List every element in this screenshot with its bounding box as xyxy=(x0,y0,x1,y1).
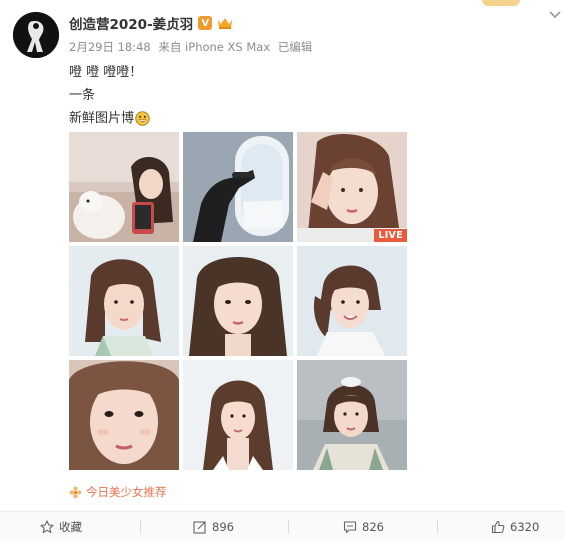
share-icon xyxy=(193,520,206,534)
photo-thumbnail-5[interactable] xyxy=(183,246,293,356)
photo-thumbnail-1[interactable] xyxy=(69,132,179,242)
thumbs-up-icon xyxy=(491,520,505,533)
favorite-button[interactable]: 收藏 xyxy=(40,512,82,541)
verified-badge-icon[interactable]: V xyxy=(198,16,213,30)
star-icon xyxy=(40,519,54,533)
text-line: 新鲜图片博 xyxy=(69,111,135,126)
post-source: 来自 iPhone XS Max xyxy=(158,40,271,54)
flower-icon xyxy=(69,486,82,498)
avatar[interactable] xyxy=(13,12,59,58)
topic-label[interactable]: 今日美少女推荐 xyxy=(86,484,167,500)
comment-count: 826 xyxy=(362,519,384,534)
photo-thumbnail-3[interactable]: LIVE xyxy=(297,132,407,242)
photo-thumbnail-6[interactable] xyxy=(297,246,407,356)
photo-thumbnail-4[interactable] xyxy=(69,246,179,356)
comment-button[interactable]: 826 xyxy=(343,512,384,541)
text-line: 一条 xyxy=(69,88,96,103)
header-accent xyxy=(482,0,520,6)
chevron-down-icon[interactable] xyxy=(548,8,562,22)
topic-link[interactable]: 今日美少女推荐 xyxy=(69,484,167,500)
edited-label[interactable]: 已编辑 xyxy=(278,40,313,54)
post-date[interactable]: 2月29日 18:48 xyxy=(69,40,151,54)
photo-thumbnail-9[interactable] xyxy=(297,360,407,470)
divider xyxy=(140,520,141,534)
comment-icon xyxy=(343,520,357,533)
post-text: 噔 噔 噔噔！ 一条 新鲜图片博 xyxy=(69,61,150,130)
live-badge: LIVE xyxy=(374,229,407,242)
divider xyxy=(437,520,438,534)
photo-thumbnail-7[interactable] xyxy=(69,360,179,470)
action-bar: 收藏 896 826 6320 xyxy=(0,511,565,541)
username-link[interactable]: 创造营2020-姜贞羽 xyxy=(69,13,193,33)
crown-icon[interactable] xyxy=(217,16,233,30)
photo-thumbnail-8[interactable] xyxy=(183,360,293,470)
photo-thumbnail-2[interactable] xyxy=(183,132,293,242)
like-count: 6320 xyxy=(510,519,540,534)
share-count: 896 xyxy=(212,519,234,534)
share-button[interactable]: 896 xyxy=(193,512,234,541)
weibo-post-card: 创造营2020-姜贞羽 V 2月29日 18:48 来自 iPhone XS M… xyxy=(0,0,565,541)
post-meta: 2月29日 18:48 来自 iPhone XS Max 已编辑 xyxy=(69,39,316,55)
photo-grid: LIVE xyxy=(69,132,407,470)
like-button[interactable]: 6320 xyxy=(491,512,539,541)
favorite-label: 收藏 xyxy=(59,519,82,534)
text-line-with-emoji: 新鲜图片博 xyxy=(69,107,150,130)
grinning-face-emoji-icon xyxy=(135,111,150,126)
name-row: 创造营2020-姜贞羽 V xyxy=(69,13,233,33)
text-line: 噔 噔 噔噔！ xyxy=(69,65,143,80)
divider xyxy=(288,520,289,534)
